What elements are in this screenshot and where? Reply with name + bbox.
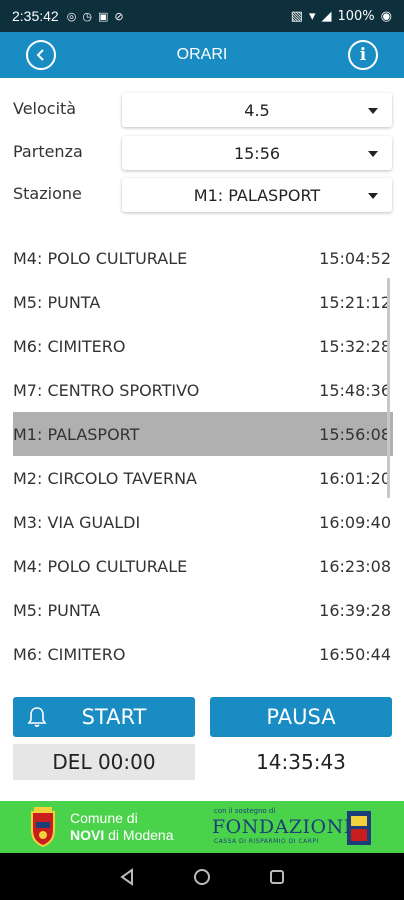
station-value: M1: PALASPORT [193, 185, 321, 205]
clock-display: 14:35:43 [210, 744, 392, 780]
schedule-station: M5: PUNTA [13, 600, 101, 620]
schedule-row[interactable]: M4: POLO CULTURALE 16:23:08 [13, 544, 393, 588]
schedule-row[interactable]: M4: POLO CULTURALE 15:04:52 [13, 236, 393, 280]
wifi-icon: ▾ [308, 8, 316, 24]
speed-select[interactable]: 4.5 [122, 93, 392, 127]
schedule-time: 16:50:44 [319, 644, 391, 664]
departure-value: 15:56 [233, 143, 281, 163]
departure-label: Partenza [13, 142, 83, 161]
schedule-time: 15:48:36 [319, 380, 391, 400]
schedule-row[interactable]: M6: CIMITERO 16:50:44 [13, 632, 393, 676]
schedule-time: 15:32:28 [319, 336, 391, 356]
schedule-time: 15:56:08 [319, 424, 391, 444]
schedule-station: M7: CENTRO SPORTIVO [13, 380, 200, 400]
schedule-station: M2: CIRCOLO TAVERNA [13, 468, 197, 488]
schedule-station: M4: POLO CULTURALE [13, 248, 188, 268]
station-label: Stazione [13, 184, 82, 203]
schedule-row[interactable]: M1: PALASPORT 15:56:08 [13, 412, 393, 456]
schedule-time: 15:04:52 [319, 248, 391, 268]
image-icon: ▣ [97, 9, 109, 23]
comune-logo-text: Comune di NOVI di Modena [70, 810, 174, 844]
comune-rest: di Modena [104, 827, 174, 843]
signal-icon: ◢ [321, 8, 332, 24]
schedule-row[interactable]: M6: CIMITERO 15:32:28 [13, 324, 393, 368]
schedule-list[interactable]: M4: POLO CULTURALE 15:04:52 M5: PUNTA 15:21… [13, 236, 393, 676]
station-select[interactable]: M1: PALASPORT [122, 178, 392, 212]
schedule-row[interactable]: M2: CIRCOLO TAVERNA 16:01:20 [13, 456, 393, 500]
speed-value: 4.5 [244, 100, 270, 120]
app-bar: ORARI i [0, 32, 404, 78]
pause-button[interactable]: PAUSA [210, 697, 392, 737]
schedule-station: M4: POLO CULTURALE [13, 556, 188, 576]
comune-line1: Comune di [70, 810, 138, 826]
fondazione-caption: con il sostegno di [214, 807, 276, 815]
schedule-station: M1: PALASPORT [13, 424, 140, 444]
page-title: ORARI [176, 46, 228, 63]
status-time: 2:35:42 [12, 8, 59, 24]
schedule-station: M5: PUNTA [13, 292, 101, 312]
status-bar: 2:35:42 ◎ ◷ ▣ ⊘ ▧ ▾ ◢ 100% ◉ [0, 0, 404, 32]
nav-recents-icon[interactable] [269, 869, 285, 885]
dropdown-arrow-icon [368, 108, 378, 114]
sync-icon: ◷ [82, 9, 92, 23]
chevron-left-icon [36, 49, 44, 61]
schedule-row[interactable]: M5: PUNTA 16:39:28 [13, 588, 393, 632]
elapsed-display: DEL 00:00 [13, 744, 195, 780]
schedule-time: 16:01:20 [319, 468, 391, 488]
speed-label: Velocità [13, 99, 77, 118]
schedule-time: 16:09:40 [319, 512, 391, 532]
back-button[interactable] [26, 40, 56, 70]
battery-icon: ◉ [380, 8, 392, 24]
nav-home-icon[interactable] [193, 868, 211, 886]
schedule-row[interactable]: M5: PUNTA 15:21:12 [13, 280, 393, 324]
schedule-station: M6: CIMITERO [13, 644, 126, 664]
departure-row: Partenza 15:56 [0, 136, 404, 170]
notification-icons: ◎ ◷ ▣ ⊘ [67, 10, 124, 23]
schedule-row[interactable]: M7: CENTRO SPORTIVO 15:48:36 [13, 368, 393, 412]
fondazione-name: FONDAZIONE [212, 816, 359, 838]
dropdown-arrow-icon [368, 151, 378, 157]
speed-row: Velocità 4.5 [0, 93, 404, 127]
battery-level: 100% [337, 8, 375, 24]
system-nav-bar [0, 853, 404, 900]
departure-select[interactable]: 15:56 [122, 136, 392, 170]
info-button[interactable]: i [348, 40, 378, 70]
schedule-station: M3: VIA GUALDI [13, 512, 141, 532]
schedule-row[interactable]: M3: VIA GUALDI 16:09:40 [13, 500, 393, 544]
sponsor-banner[interactable]: Comune di NOVI di Modena con il sostegno… [0, 801, 404, 853]
station-row: Stazione M1: PALASPORT [0, 178, 404, 212]
bell-icon [27, 707, 47, 727]
dropdown-arrow-icon [368, 193, 378, 199]
coat-of-arms-icon [31, 807, 55, 848]
comune-line2: NOVI di Modena [70, 827, 174, 844]
schedule-time: 16:39:28 [319, 600, 391, 620]
nfc-icon: ▧ [290, 8, 303, 24]
nav-back-icon[interactable] [119, 867, 135, 886]
info-icon: i [359, 45, 367, 65]
fondazione-subtitle: CASSA DI RISPARMIO DI CARPI [214, 838, 319, 845]
schedule-station: M6: CIMITERO [13, 336, 126, 356]
comune-bold: NOVI [70, 827, 105, 843]
schedule-time: 16:23:08 [319, 556, 391, 576]
nosign-icon: ⊘ [114, 9, 124, 23]
whatsapp-icon: ◎ [66, 9, 77, 23]
pause-label: PAUSA [266, 705, 336, 729]
scrollbar[interactable] [387, 278, 390, 498]
start-button[interactable]: START [13, 697, 195, 737]
schedule-time: 15:21:12 [319, 292, 391, 312]
elapsed-text: DEL 00:00 [52, 750, 156, 774]
fondazione-logo-icon [347, 811, 371, 845]
start-label: START [81, 705, 147, 729]
clock-text: 14:35:43 [256, 750, 346, 774]
